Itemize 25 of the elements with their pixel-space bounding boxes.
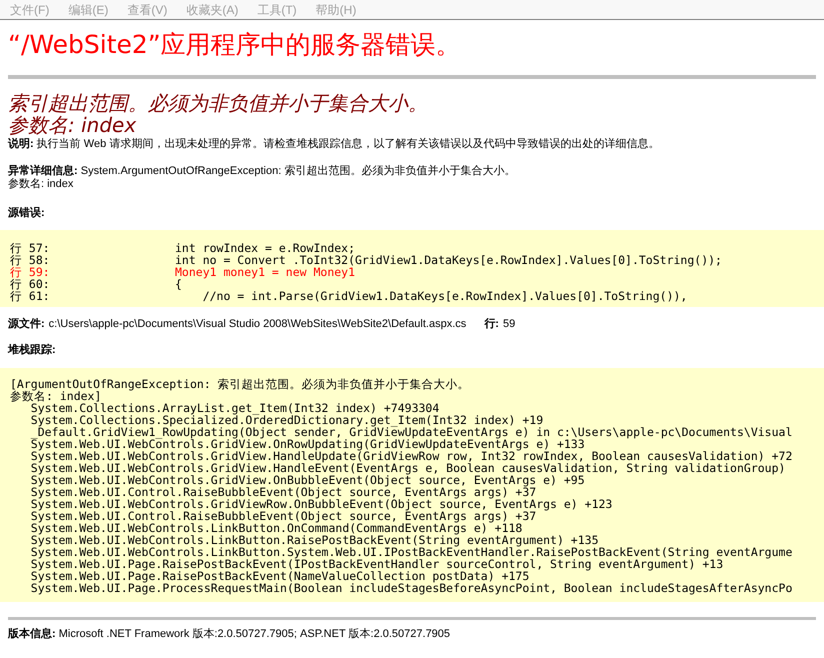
line-number: 行 61: xyxy=(10,290,51,302)
line-value: 59 xyxy=(502,316,516,332)
exception-text: 异常详细信息: System.ArgumentOutOfRangeException: 索引超出范围。必须为非负值并小于集合大小。 xyxy=(8,165,516,178)
file-path: c:\Users\apple-pc\Documents\Visual Studio 2008\WebSites\WebSite2\Default.aspx.cs xyxy=(48,316,466,332)
code-line: int rowIndex = e.RowIndex; xyxy=(175,242,356,254)
line-number: 行 59: xyxy=(10,266,51,278)
section-label: 行: xyxy=(484,316,499,332)
line-number: 行 57: xyxy=(10,242,51,254)
code-line: int no = Convert .ToInt32(GridView1.DataKeys[e.RowIndex].Values[0].ToString()); xyxy=(175,254,722,266)
stack-line: System.Collections.ArrayList.get_Item(Int32 index) +7493304 xyxy=(30,400,440,414)
stack-line: [ArgumentOutOfRangeException: 索引超出范围。必须为非负值并小于集合大小。 xyxy=(10,376,470,390)
code-line: { xyxy=(175,278,182,290)
section-label: 源错误: xyxy=(8,206,46,221)
version-text: 版本信息: Microsoft .NET Framework 版本:2.0.50727.7905; ASP.NET 版本:2.0.50727.7905 xyxy=(8,626,452,642)
error-message: 索引超出范围。必须为非负值并小于集合大小。 xyxy=(8,92,429,114)
code-line: //no = int.Parse(GridView1.DataKeys[e.RowIndex].Values[0].ToString()), xyxy=(202,290,688,302)
section-label: 源文件: xyxy=(8,316,45,332)
section-label: 堆栈跟踪: xyxy=(8,342,57,358)
exception-text: 参数名: index xyxy=(8,178,74,191)
code-line: Money1 money1 = new Money1 xyxy=(175,266,356,278)
page-title: “/WebSite2”应用程序中的服务器错误。 xyxy=(8,30,462,60)
error-message: 参数名: index xyxy=(8,114,138,136)
line-number: 行 58: xyxy=(10,254,51,266)
description-text: 说明: 执行当前 Web 请求期间，出现未处理的异常。请检查堆栈跟踪信息，以了解有关该错误以及代码中导致错误的出处的详细信息。 xyxy=(8,138,660,151)
line-number: 行 60: xyxy=(10,278,51,290)
